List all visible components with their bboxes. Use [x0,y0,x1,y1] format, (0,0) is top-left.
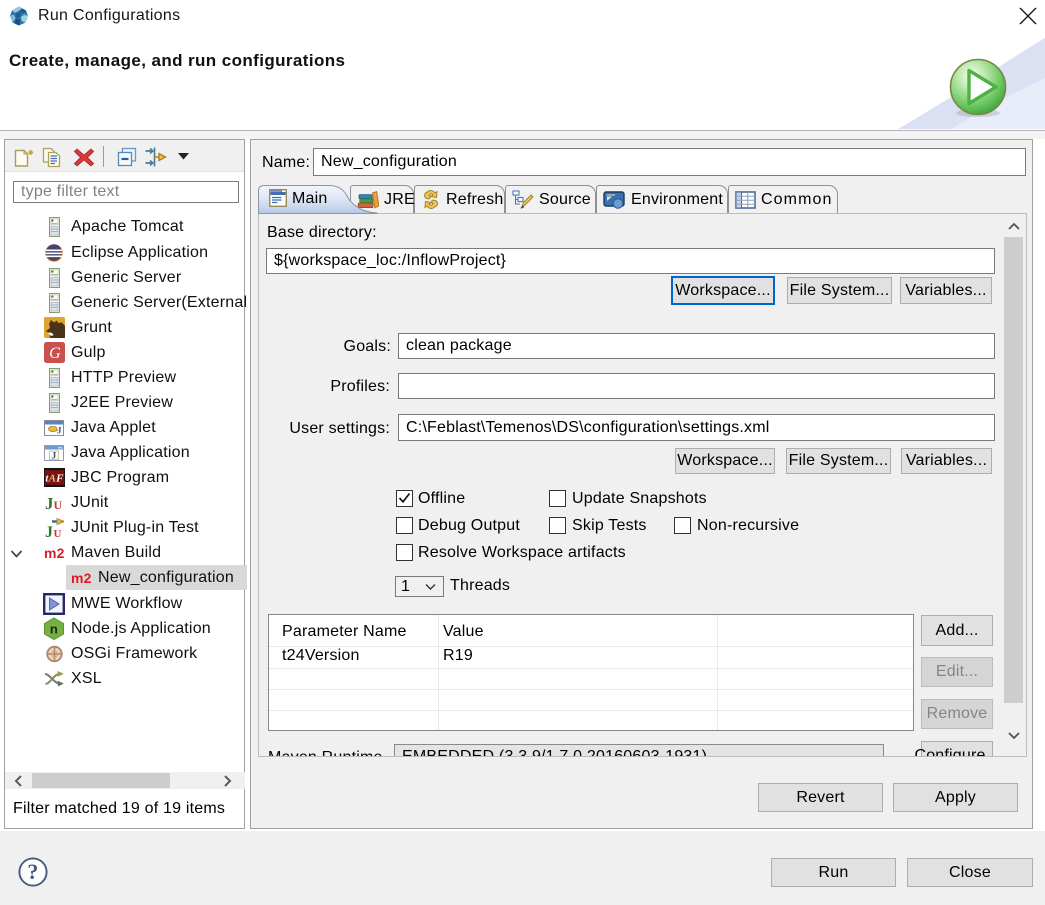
svg-text:n: n [50,622,58,637]
svg-text:U: U [53,528,61,539]
svg-text:U: U [54,498,63,511]
svg-text:J: J [52,451,57,461]
svg-text:m2: m2 [71,571,92,585]
svg-text:G: G [49,345,61,362]
svg-text:J: J [45,524,53,539]
svg-text:m2: m2 [44,546,65,560]
svg-text:tAF: tAF [45,473,64,485]
svg-text:?: ? [27,859,38,884]
svg-text:J: J [57,425,62,435]
